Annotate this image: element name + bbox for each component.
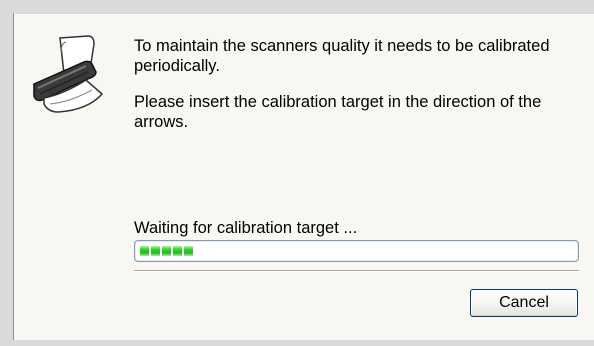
calibration-dialog: To maintain the scanners quality it need… — [13, 13, 594, 340]
progress-segment — [151, 246, 160, 256]
calibration-progress-bar — [134, 240, 579, 262]
progress-segment — [140, 246, 149, 256]
scanner-icon — [33, 35, 104, 113]
calibration-message: To maintain the scanners quality it need… — [134, 37, 550, 75]
progress-segment — [184, 246, 193, 256]
progress-segment — [162, 246, 171, 256]
progress-segment — [173, 246, 182, 256]
status-text: Waiting for calibration target ... — [134, 219, 358, 237]
progress-fill — [140, 246, 193, 256]
separator — [134, 270, 579, 272]
screenshot-frame: To maintain the scanners quality it need… — [0, 0, 594, 346]
cancel-button[interactable]: Cancel — [470, 289, 578, 317]
insert-target-instruction: Please insert the calibration target in … — [134, 93, 542, 131]
